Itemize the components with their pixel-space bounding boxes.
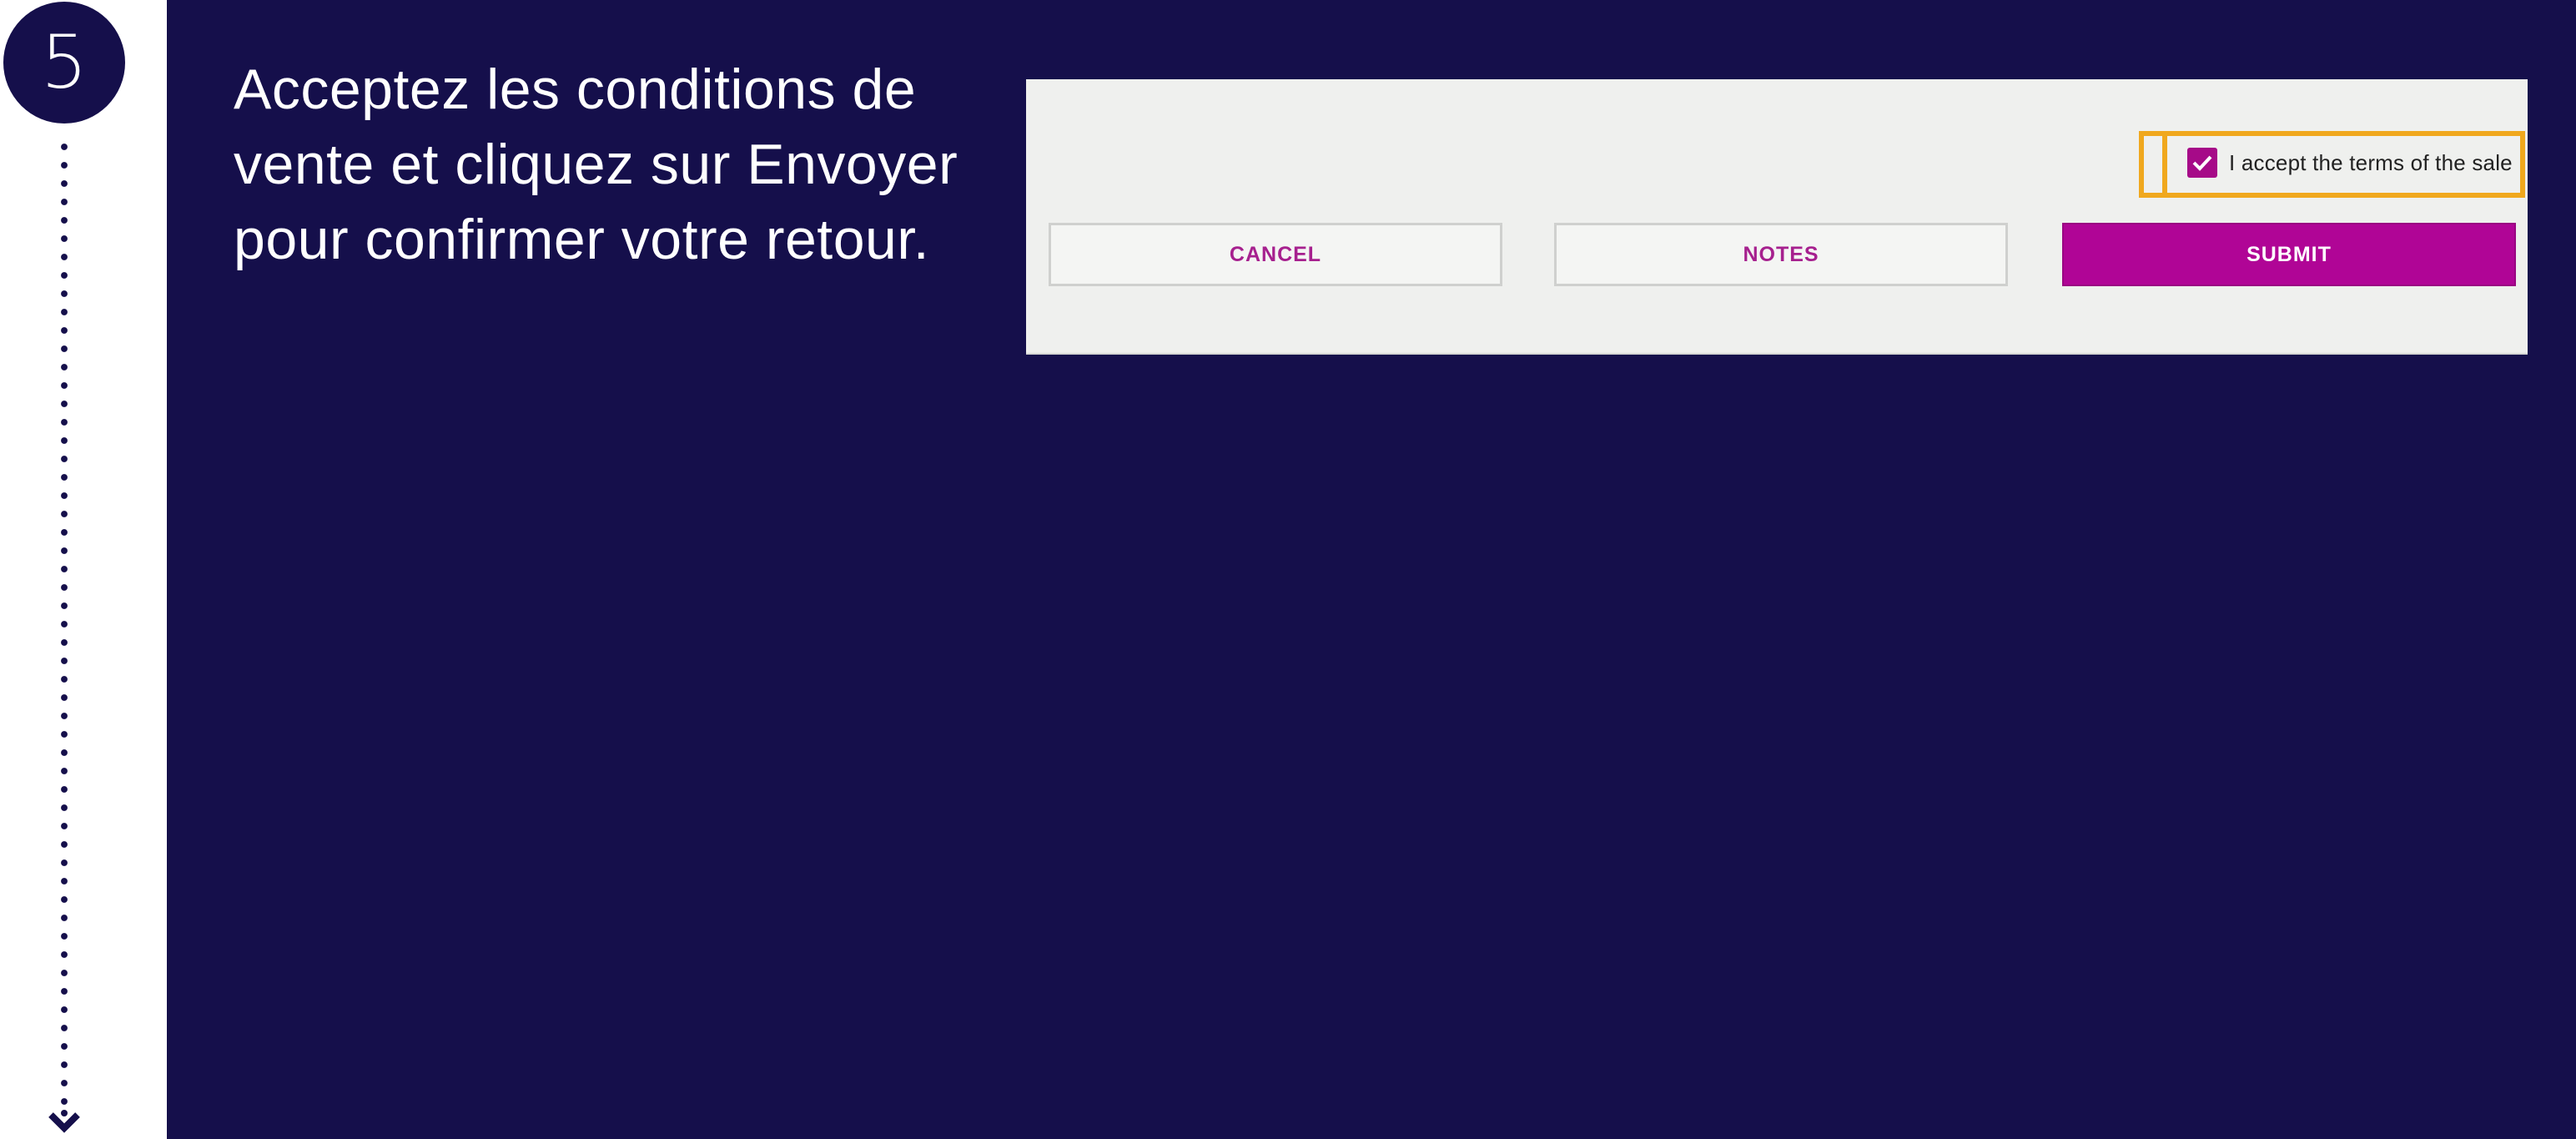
step-content-panel: Acceptez les conditions de vente et cliq… bbox=[167, 0, 2576, 1139]
terms-checkbox[interactable] bbox=[2187, 148, 2217, 178]
notes-button[interactable]: NOTES bbox=[1554, 223, 2008, 286]
cancel-button[interactable]: CANCEL bbox=[1049, 223, 1502, 286]
step-number-badge: 5 bbox=[3, 2, 125, 123]
terms-label: I accept the terms of the sale bbox=[2229, 149, 2513, 175]
embedded-screenshot: I accept the terms of the sale CANCEL NO… bbox=[1026, 79, 2528, 355]
chevron-down-icon bbox=[48, 1110, 80, 1133]
checkmark-icon bbox=[2192, 155, 2212, 171]
step-rail: 5 bbox=[0, 0, 167, 1139]
instruction-text: Acceptez les conditions de vente et cliq… bbox=[234, 58, 958, 271]
submit-button[interactable]: SUBMIT bbox=[2062, 223, 2516, 286]
timeline-dotted-line bbox=[61, 138, 68, 1110]
terms-agreement-row: I accept the terms of the sale bbox=[2187, 148, 2513, 178]
